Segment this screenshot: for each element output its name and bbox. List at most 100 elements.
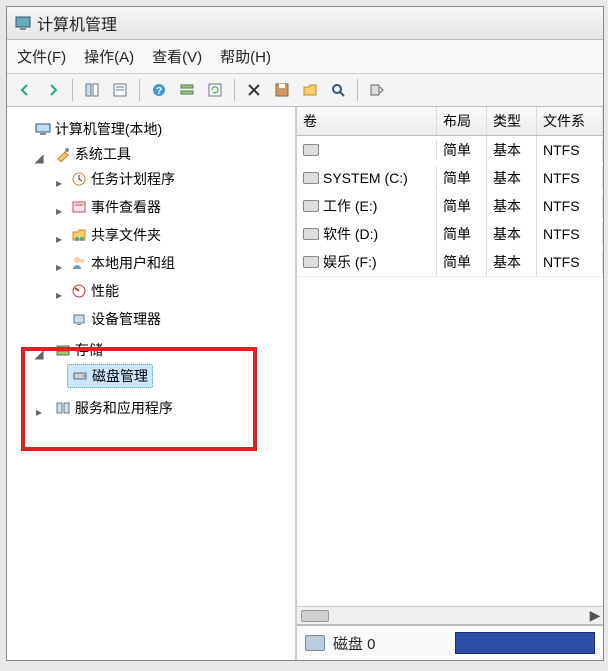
volume-type: 基本 (487, 220, 537, 248)
menu-help[interactable]: 帮助(H) (220, 46, 271, 67)
tree-disk-management[interactable]: 磁盘管理 (67, 364, 153, 388)
volume-layout: 简单 (437, 136, 487, 164)
tree-label: 任务计划程序 (91, 169, 175, 189)
volume-row[interactable]: 简单基本NTFS (297, 136, 603, 164)
delete-button[interactable] (242, 78, 266, 102)
titlebar[interactable]: 计算机管理 (7, 7, 603, 40)
performance-icon (71, 283, 87, 299)
scrollbar-thumb[interactable] (301, 610, 329, 622)
menu-view[interactable]: 查看(V) (152, 46, 202, 67)
list-spacer (297, 276, 603, 606)
volume-name: 工作 (E:) (323, 196, 377, 216)
services-icon (55, 400, 71, 416)
expand-icon[interactable]: ▸ (53, 232, 65, 246)
separator (357, 79, 358, 101)
column-headers: 卷 布局 类型 文件系 (297, 107, 603, 136)
horizontal-scrollbar[interactable]: ▶ (297, 606, 603, 624)
expand-icon[interactable]: ▸ (53, 176, 65, 190)
drive-icon (303, 256, 319, 268)
volume-fs: NTFS (537, 250, 603, 274)
expand-icon[interactable]: ▸ (33, 405, 45, 419)
forward-button[interactable] (41, 78, 65, 102)
tree-root[interactable]: 计算机管理(本地) (31, 118, 166, 140)
device-icon (71, 311, 87, 327)
tree-label: 设备管理器 (91, 309, 161, 329)
svg-text:?: ? (156, 86, 162, 97)
volume-layout: 简单 (437, 192, 487, 220)
menu-action[interactable]: 操作(A) (84, 46, 134, 67)
back-button[interactable] (13, 78, 37, 102)
col-layout[interactable]: 布局 (437, 107, 487, 135)
help-button[interactable]: ? (147, 78, 171, 102)
properties-button[interactable] (108, 78, 132, 102)
tree-shared-folders[interactable]: 共享文件夹 (67, 224, 165, 246)
window-title: 计算机管理 (37, 11, 117, 35)
show-hide-button[interactable] (80, 78, 104, 102)
users-icon (71, 255, 87, 271)
volume-row[interactable]: 工作 (E:)简单基本NTFS (297, 192, 603, 220)
volume-layout: 简单 (437, 248, 487, 276)
separator (234, 79, 235, 101)
collapse-icon[interactable]: ◢ (33, 347, 45, 361)
tree-performance[interactable]: 性能 (67, 280, 123, 302)
main-area: ▸ 计算机管理(本地) ◢ 系统工具 (7, 107, 603, 660)
volume-layout: 简单 (437, 164, 487, 192)
computer-icon (35, 121, 51, 137)
disk-icon (72, 368, 88, 384)
expand-icon[interactable]: ▸ (53, 288, 65, 302)
save-button[interactable] (270, 78, 294, 102)
drive-icon (303, 172, 319, 184)
partition-bar[interactable] (455, 632, 595, 654)
tree-label: 系统工具 (75, 144, 131, 164)
tree-label: 磁盘管理 (92, 366, 148, 386)
open-button[interactable] (298, 78, 322, 102)
find-button[interactable] (326, 78, 350, 102)
volume-fs: NTFS (537, 138, 603, 162)
app-icon (15, 15, 31, 31)
volume-type: 基本 (487, 248, 537, 276)
tree-event-viewer[interactable]: 事件查看器 (67, 196, 165, 218)
volume-name: 软件 (D:) (323, 224, 378, 244)
volume-layout: 简单 (437, 220, 487, 248)
navigation-tree: ▸ 计算机管理(本地) ◢ 系统工具 (11, 115, 291, 425)
tree-label: 计算机管理(本地) (55, 119, 162, 139)
disk-label: 磁盘 0 (333, 633, 376, 654)
menu-file[interactable]: 文件(F) (17, 46, 66, 67)
tree-device-manager[interactable]: 设备管理器 (67, 308, 165, 330)
tree-task-scheduler[interactable]: 任务计划程序 (67, 168, 179, 190)
tree-local-users[interactable]: 本地用户和组 (67, 252, 179, 274)
disk-graphic-pane: 磁盘 0 (297, 624, 603, 660)
tree-services-apps[interactable]: 服务和应用程序 (51, 397, 177, 419)
expand-icon[interactable]: ▸ (53, 260, 65, 274)
refresh-button[interactable] (203, 78, 227, 102)
tree-system-tools[interactable]: 系统工具 (51, 143, 135, 165)
tree-storage[interactable]: 存储 (51, 339, 107, 361)
volume-row[interactable]: 娱乐 (F:) 简单基本NTFS (297, 248, 603, 276)
tools-icon (55, 146, 71, 162)
expand-icon[interactable]: ▸ (53, 204, 65, 218)
volume-row[interactable]: SYSTEM (C:)简单基本NTFS (297, 164, 603, 192)
volume-type: 基本 (487, 192, 537, 220)
computer-management-window: 计算机管理 文件(F) 操作(A) 查看(V) 帮助(H) ? ▸ (6, 6, 604, 661)
volume-type: 基本 (487, 136, 537, 164)
scroll-right-icon[interactable]: ▶ (587, 608, 603, 624)
drive-icon (303, 144, 319, 156)
col-volume[interactable]: 卷 (297, 107, 437, 135)
drive-icon (303, 200, 319, 212)
separator (72, 79, 73, 101)
tree-label: 存储 (75, 340, 103, 360)
col-type[interactable]: 类型 (487, 107, 537, 135)
tree-pane[interactable]: ▸ 计算机管理(本地) ◢ 系统工具 (7, 107, 297, 660)
disk-graphic-icon (305, 635, 325, 651)
volume-name: 娱乐 (F:) (323, 252, 377, 272)
collapse-icon[interactable]: ◢ (33, 151, 45, 165)
options-button[interactable] (365, 78, 389, 102)
folder-share-icon (71, 227, 87, 243)
storage-icon (55, 342, 71, 358)
view-mode-button[interactable] (175, 78, 199, 102)
col-fs[interactable]: 文件系 (537, 107, 603, 135)
tree-label: 本地用户和组 (91, 253, 175, 273)
menubar: 文件(F) 操作(A) 查看(V) 帮助(H) (7, 40, 603, 74)
volume-row[interactable]: 软件 (D:)简单基本NTFS (297, 220, 603, 248)
clock-icon (71, 171, 87, 187)
